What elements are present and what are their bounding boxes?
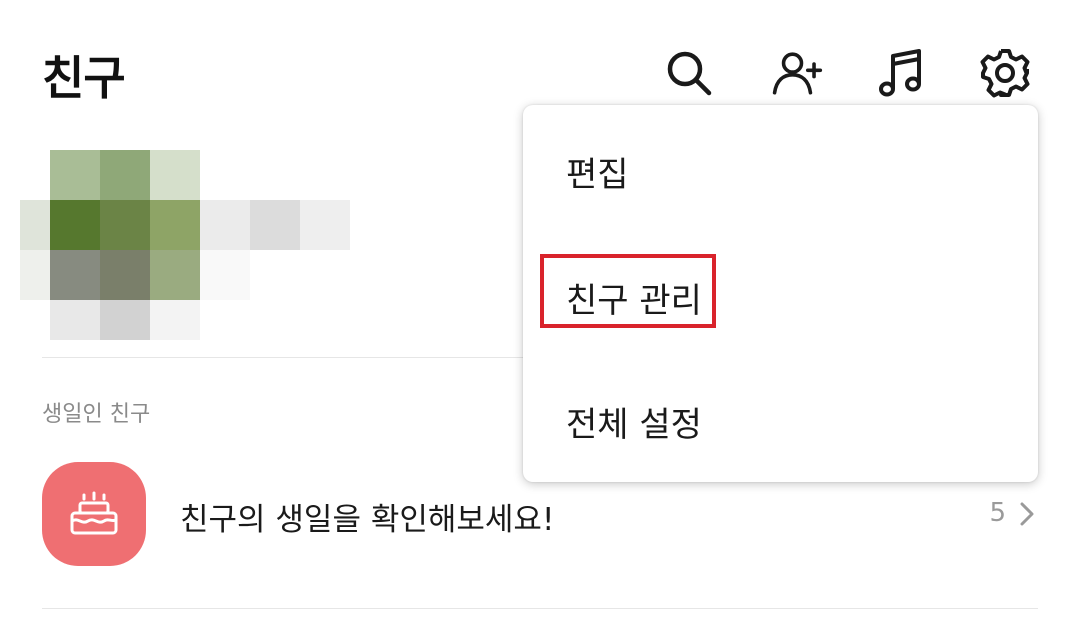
highlight-box — [540, 254, 716, 328]
music-icon[interactable] — [872, 44, 930, 102]
settings-dropdown-menu: 편집 친구 관리 전체 설정 — [523, 105, 1038, 482]
cake-icon — [42, 462, 146, 566]
search-icon[interactable] — [660, 44, 718, 102]
menu-item-edit[interactable]: 편집 — [523, 105, 1038, 230]
birthday-prompt-text: 친구의 생일을 확인해보세요! — [180, 502, 555, 538]
friends-screen: 친구 생일인 친구 친구의 생일을 확인해보세요! 5 편집 친구 관리 전체 … — [0, 0, 1080, 618]
menu-item-label: 편집 — [566, 155, 629, 195]
menu-item-label: 전체 설정 — [566, 405, 702, 445]
divider — [42, 608, 1038, 609]
birthday-count: 5 — [989, 498, 1006, 528]
settings-icon[interactable] — [976, 44, 1034, 102]
page-title: 친구 — [42, 51, 126, 105]
add-friend-icon[interactable] — [768, 44, 826, 102]
chevron-right-icon — [1020, 502, 1034, 526]
menu-item-all-settings[interactable]: 전체 설정 — [523, 355, 1038, 480]
section-label-birthday: 생일인 친구 — [42, 402, 151, 427]
